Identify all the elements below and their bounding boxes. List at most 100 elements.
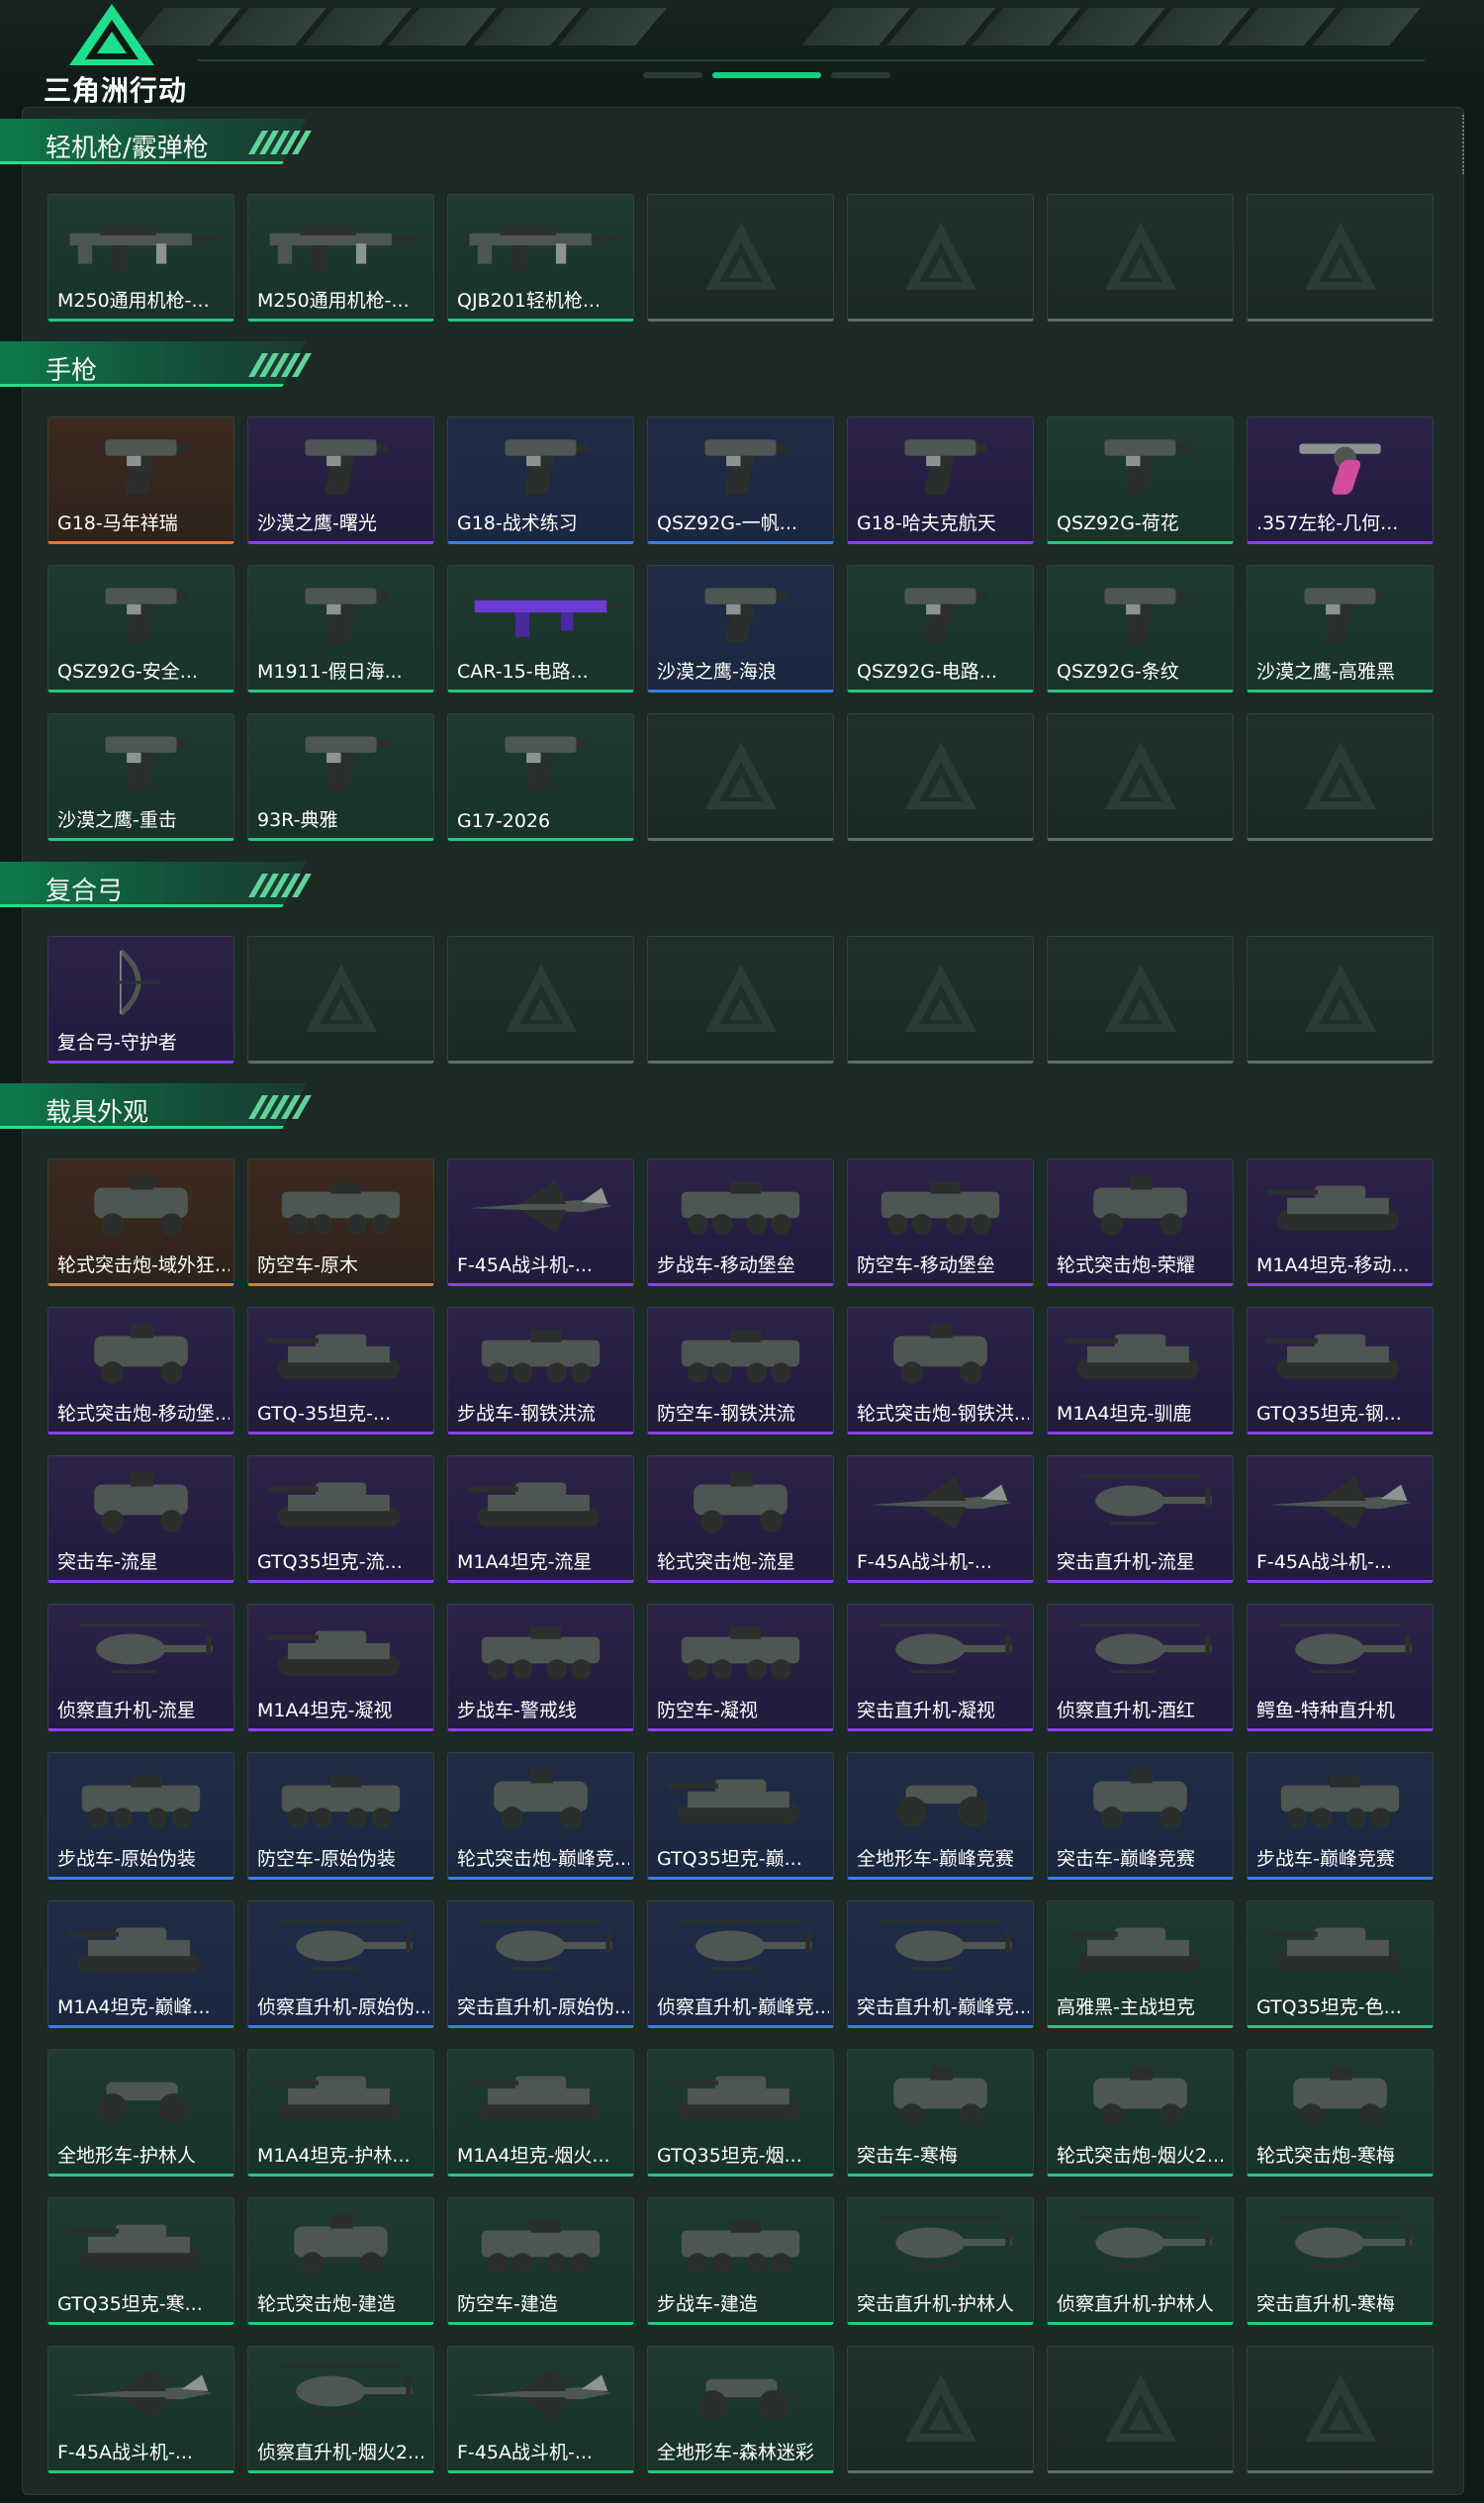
skin-card[interactable]: 步战车-建造 [647, 2197, 834, 2325]
skin-card[interactable]: 步战车-原始伪装 [47, 1752, 234, 1880]
skin-card[interactable]: F-45A战斗机-... [1247, 1455, 1434, 1583]
skin-card[interactable]: 全地形车-护林人 [47, 2049, 234, 2177]
skin-card[interactable]: 轮式突击炮-荣耀 [1047, 1159, 1234, 1286]
skin-label: 防空车-原木 [257, 1254, 358, 1276]
skin-card[interactable]: G18-马年祥瑞 [47, 417, 234, 544]
skin-card[interactable]: GTQ35坦克-流... [247, 1455, 434, 1583]
skin-card[interactable]: M1A4坦克-凝视 [247, 1604, 434, 1731]
header-center-indicator [603, 69, 930, 81]
skin-card[interactable]: 突击车-巅峰竞赛 [1047, 1752, 1234, 1880]
skin-label: M1A4坦克-护林... [257, 2145, 411, 2167]
skin-card[interactable]: 侦察直升机-巅峰竞... [647, 1900, 834, 2028]
skin-card[interactable]: 突击直升机-流星 [1047, 1455, 1234, 1583]
section-title: 手枪 [46, 356, 98, 386]
scrollbar[interactable] [1462, 115, 1468, 174]
skin-card[interactable]: 突击直升机-巅峰竞... [847, 1900, 1034, 2028]
placeholder-delta-icon [905, 223, 976, 290]
skin-card[interactable]: 沙漠之鹰-曙光 [247, 417, 434, 544]
header-divider [198, 59, 1425, 61]
skin-card[interactable]: QSZ92G-一帆... [647, 417, 834, 544]
skin-card[interactable]: 鳄鱼-特种直升机 [1247, 1604, 1434, 1731]
skin-card[interactable]: QSZ92G-安全... [47, 565, 234, 693]
skin-card[interactable]: CAR-15-电路... [447, 565, 634, 693]
helicopter-icon [1257, 2208, 1423, 2279]
skin-card[interactable]: 突击直升机-凝视 [847, 1604, 1034, 1731]
skin-card[interactable]: 侦察直升机-流星 [47, 1604, 234, 1731]
skin-card[interactable]: 防空车-钢铁洪流 [647, 1307, 834, 1435]
skin-card[interactable]: G18-哈夫克航天 [847, 417, 1034, 544]
skin-card[interactable]: 侦察直升机-烟火2... [247, 2346, 434, 2473]
skin-card[interactable]: GTQ35坦克-巅... [647, 1752, 834, 1880]
skin-card[interactable]: 沙漠之鹰-重击 [47, 713, 234, 841]
skin-card[interactable]: 防空车-原木 [247, 1159, 434, 1286]
skin-card[interactable]: 突击直升机-寒梅 [1247, 2197, 1434, 2325]
skin-card[interactable]: M1A4坦克-护林... [247, 2049, 434, 2177]
skin-card[interactable]: QJB201轻机枪... [447, 194, 634, 322]
skin-card[interactable]: QSZ92G-条纹 [1047, 565, 1234, 693]
skin-card[interactable]: F-45A战斗机-... [447, 1159, 634, 1286]
skin-card[interactable]: F-45A战斗机-... [847, 1455, 1034, 1583]
skin-card[interactable]: 轮式突击炮-钢铁洪... [847, 1307, 1034, 1435]
skin-card[interactable]: 步战车-移动堡垒 [647, 1159, 834, 1286]
skin-card[interactable]: GTQ-35坦克-... [247, 1307, 434, 1435]
skin-card[interactable]: M1A4坦克-巅峰... [47, 1900, 234, 2028]
skin-card[interactable]: M250通用机枪-... [247, 194, 434, 322]
skin-card[interactable]: 突击直升机-原始伪... [447, 1900, 634, 2028]
skin-card[interactable]: 轮式突击炮-移动堡... [47, 1307, 234, 1435]
tank-icon [58, 1911, 224, 1983]
skin-card[interactable]: 侦察直升机-酒红 [1047, 1604, 1234, 1731]
skin-card[interactable]: 复合弓-守护者 [47, 936, 234, 1064]
skin-card[interactable]: QSZ92G-电路... [847, 565, 1034, 693]
skin-card[interactable]: M1911-假日海... [247, 565, 434, 693]
skin-card[interactable]: 防空车-移动堡垒 [847, 1159, 1034, 1286]
skin-card[interactable]: 全地形车-巅峰竞赛 [847, 1752, 1034, 1880]
atv-icon [858, 1763, 1023, 1834]
skin-card[interactable]: 沙漠之鹰-高雅黑 [1247, 565, 1434, 693]
skin-label: M250通用机枪-... [57, 290, 210, 312]
skin-card[interactable]: 步战车-巅峰竞赛 [1247, 1752, 1434, 1880]
skin-card[interactable]: 防空车-凝视 [647, 1604, 834, 1731]
skin-card[interactable]: 轮式突击炮-巅峰竞... [447, 1752, 634, 1880]
skin-card[interactable]: GTQ35坦克-钢... [1247, 1307, 1434, 1435]
skin-card[interactable]: QSZ92G-荷花 [1047, 417, 1234, 544]
skin-card[interactable]: M1A4坦克-烟火... [447, 2049, 634, 2177]
pistol-icon [858, 427, 1023, 499]
skin-card[interactable]: M250通用机枪-... [47, 194, 234, 322]
skin-card[interactable]: 步战车-警戒线 [447, 1604, 634, 1731]
skin-card[interactable]: GTQ35坦克-寒... [47, 2197, 234, 2325]
skin-card[interactable]: G17-2026 [447, 713, 634, 841]
skin-card[interactable]: 沙漠之鹰-海浪 [647, 565, 834, 693]
helicopter-icon [858, 1911, 1023, 1983]
skin-card[interactable]: .357左轮-几何... [1247, 417, 1434, 544]
skin-card[interactable]: F-45A战斗机-... [47, 2346, 234, 2473]
skin-card[interactable]: 突击车-流星 [47, 1455, 234, 1583]
header-decoration-right [801, 8, 1421, 46]
skin-card[interactable]: 步战车-钢铁洪流 [447, 1307, 634, 1435]
skin-card[interactable]: 轮式突击炮-建造 [247, 2197, 434, 2325]
logo-text: 三角洲行动 [44, 74, 188, 107]
skin-card[interactable]: M1A4坦克-流星 [447, 1455, 634, 1583]
skin-card[interactable]: 93R-典雅 [247, 713, 434, 841]
skin-card[interactable]: 突击直升机-护林人 [847, 2197, 1034, 2325]
skin-card[interactable]: 轮式突击炮-烟火2... [1047, 2049, 1234, 2177]
skin-card[interactable]: F-45A战斗机-... [447, 2346, 634, 2473]
machine-gun-icon [458, 205, 623, 276]
skin-card[interactable]: 防空车-建造 [447, 2197, 634, 2325]
skin-card[interactable]: 轮式突击炮-域外狂... [47, 1159, 234, 1286]
skin-card[interactable]: 全地形车-森林迷彩 [647, 2346, 834, 2473]
skin-card[interactable]: 突击车-寒梅 [847, 2049, 1034, 2177]
skin-label: 轮式突击炮-烟火2... [1057, 2145, 1226, 2167]
skin-card[interactable]: GTQ35坦克-色... [1247, 1900, 1434, 2028]
pistol-icon [58, 576, 224, 647]
pistol-icon [658, 576, 823, 647]
skin-card[interactable]: 轮式突击炮-流星 [647, 1455, 834, 1583]
skin-card[interactable]: G18-战术练习 [447, 417, 634, 544]
skin-card[interactable]: GTQ35坦克-烟... [647, 2049, 834, 2177]
skin-card[interactable]: 侦察直升机-护林人 [1047, 2197, 1234, 2325]
skin-card[interactable]: M1A4坦克-移动... [1247, 1159, 1434, 1286]
skin-card[interactable]: 侦察直升机-原始伪... [247, 1900, 434, 2028]
skin-card[interactable]: 高雅黑-主战坦克 [1047, 1900, 1234, 2028]
skin-card[interactable]: M1A4坦克-驯鹿 [1047, 1307, 1234, 1435]
skin-card[interactable]: 防空车-原始伪装 [247, 1752, 434, 1880]
skin-card[interactable]: 轮式突击炮-寒梅 [1247, 2049, 1434, 2177]
